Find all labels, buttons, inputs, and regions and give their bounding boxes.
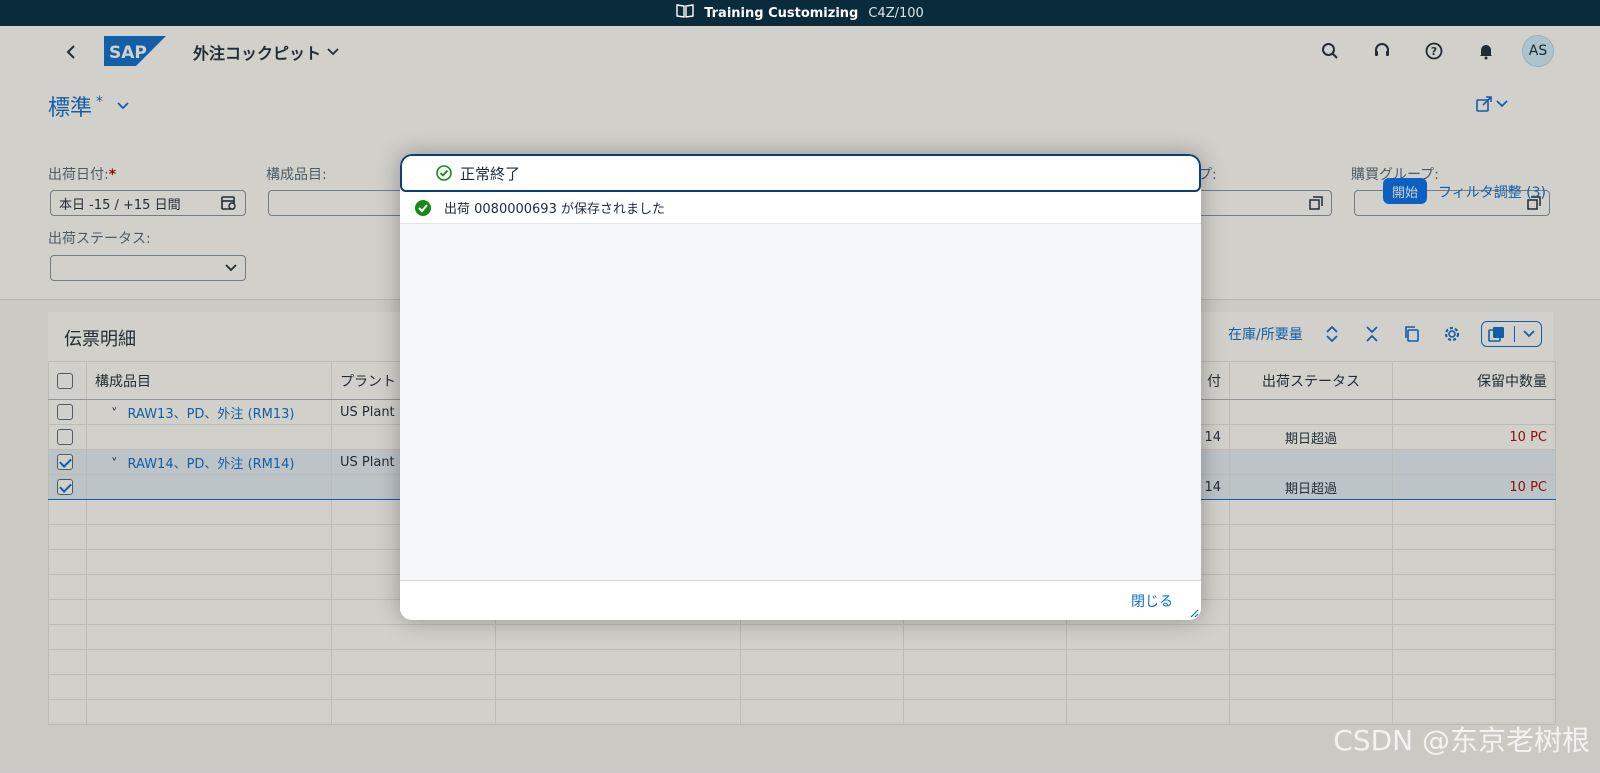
success-icon <box>436 165 452 181</box>
book-icon <box>676 4 694 22</box>
system-bar: Training Customizing C4Z/100 <box>0 0 1600 26</box>
close-button[interactable]: 閉じる <box>1131 591 1173 611</box>
system-client: C4Z/100 <box>868 5 924 21</box>
system-title: Training Customizing <box>704 5 859 21</box>
watermark: CSDN @东京老树根 <box>1333 724 1590 757</box>
dialog-footer: 閉じる <box>400 580 1201 620</box>
success-dialog: 正常終了 出荷 0080000693 が保存されました 閉じる <box>400 154 1201 620</box>
message-text: 出荷 0080000693 が保存されました <box>444 202 665 217</box>
success-check-icon <box>415 199 431 216</box>
message-item[interactable]: 出荷 0080000693 が保存されました <box>400 192 1201 224</box>
dialog-header: 正常終了 <box>400 154 1201 192</box>
resize-handle-icon[interactable] <box>1189 608 1199 618</box>
dialog-title: 正常終了 <box>460 164 521 183</box>
